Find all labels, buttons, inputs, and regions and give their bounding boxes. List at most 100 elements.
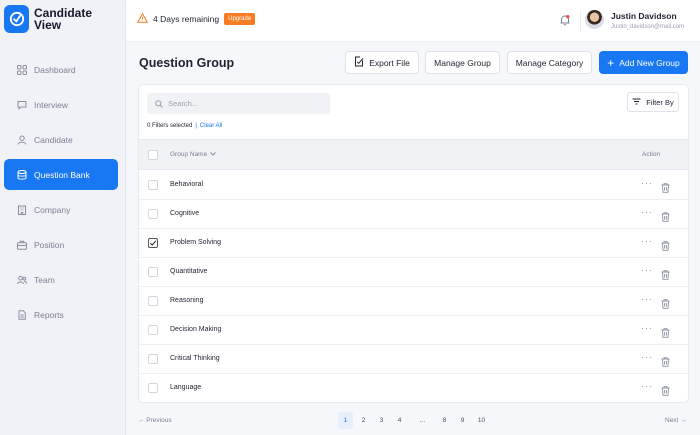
- group-name: Quantitative: [170, 268, 208, 275]
- more-options-icon[interactable]: ···: [641, 294, 653, 304]
- plus-icon: +: [607, 55, 615, 70]
- top-bar: 4 Days remaining Upgrade Justin Davidson…: [126, 0, 700, 42]
- filter-by-button[interactable]: Filter By: [627, 92, 679, 112]
- page-button[interactable]: 3: [374, 412, 389, 429]
- next-page-button[interactable]: Next →: [665, 417, 687, 424]
- row-checkbox[interactable]: [148, 267, 158, 277]
- sidebar-item-label: Company: [34, 204, 71, 215]
- page-title: Question Group: [139, 56, 235, 70]
- export-file-label: Export File: [369, 57, 410, 68]
- pagination: ← Previous 1 2 3 4 ... 8 9 10 Next →: [0, 411, 700, 431]
- search-icon: [155, 95, 163, 113]
- sidebar-item-label: Reports: [34, 309, 64, 320]
- row-checkbox[interactable]: [148, 383, 158, 393]
- sidebar-item-label: Team: [34, 274, 55, 285]
- sidebar-item-question-bank[interactable]: Question Bank: [4, 159, 118, 190]
- row-checkbox[interactable]: [148, 325, 158, 335]
- table-row: Critical Thinking ···: [139, 345, 688, 374]
- trial-text: 4 Days remaining: [153, 14, 220, 24]
- more-options-icon[interactable]: ···: [641, 323, 653, 333]
- trash-icon[interactable]: [661, 180, 670, 198]
- trash-icon[interactable]: [661, 267, 670, 285]
- sidebar-nav: Dashboard Interview Candidate Question B…: [4, 54, 118, 334]
- chevron-down-icon: [210, 151, 217, 158]
- page-ellipsis: ...: [419, 417, 426, 424]
- avatar[interactable]: [585, 10, 604, 29]
- trash-icon[interactable]: [661, 209, 670, 227]
- trash-icon[interactable]: [661, 354, 670, 372]
- sidebar-item-label: Dashboard: [34, 64, 76, 75]
- page-button[interactable]: 4: [392, 412, 407, 429]
- database-icon: [17, 169, 27, 180]
- page-button[interactable]: 2: [356, 412, 371, 429]
- trash-icon[interactable]: [661, 296, 670, 314]
- search-box[interactable]: [147, 93, 330, 114]
- more-options-icon[interactable]: ···: [641, 352, 653, 362]
- group-name: Decision Making: [170, 326, 222, 333]
- clear-all-link[interactable]: Clear All: [200, 123, 222, 129]
- select-all-checkbox[interactable]: [148, 150, 158, 160]
- page-button[interactable]: 1: [338, 412, 353, 429]
- warning-icon: [136, 12, 149, 25]
- row-checkbox[interactable]: [148, 296, 158, 306]
- add-new-group-button[interactable]: + Add New Group: [599, 51, 688, 74]
- more-options-icon[interactable]: ···: [641, 178, 653, 188]
- sidebar-item-label: Candidate: [34, 134, 73, 145]
- sidebar-item-reports[interactable]: Reports: [4, 299, 118, 330]
- row-checkbox[interactable]: [148, 354, 158, 364]
- sidebar-item-label: Position: [34, 239, 65, 250]
- trash-icon[interactable]: [661, 325, 670, 343]
- table-row: Decision Making ···: [139, 316, 688, 345]
- more-options-icon[interactable]: ···: [641, 381, 653, 391]
- sidebar-item-company[interactable]: Company: [4, 194, 118, 225]
- manage-group-button[interactable]: Manage Group: [425, 51, 500, 74]
- previous-page-button[interactable]: ← Previous: [138, 417, 172, 424]
- column-header-group-name[interactable]: Group Name: [170, 151, 217, 158]
- manage-category-button[interactable]: Manage Category: [507, 51, 592, 74]
- more-options-icon[interactable]: ···: [641, 236, 653, 246]
- group-name: Behavioral: [170, 181, 204, 188]
- group-name: Cognitive: [170, 210, 200, 217]
- briefcase-icon: [17, 240, 27, 250]
- sidebar-item-label: Interview: [34, 99, 69, 110]
- chat-icon: [17, 100, 27, 110]
- trash-icon[interactable]: [661, 383, 670, 401]
- upgrade-button[interactable]: Upgrade: [224, 13, 256, 25]
- logo-check-icon: [4, 5, 29, 33]
- users-icon: [17, 275, 27, 285]
- table-row: Cognitive ···: [139, 200, 688, 229]
- sidebar: Candidate View Dashboard Interview Candi…: [0, 0, 126, 435]
- user-name[interactable]: Justin Davidson: [611, 11, 677, 21]
- logo[interactable]: Candidate View: [4, 5, 94, 33]
- user-email: Justin_davidson@mail.com: [611, 24, 685, 30]
- table-row: Reasoning ···: [139, 287, 688, 316]
- group-name: Language: [170, 384, 202, 391]
- group-name: Critical Thinking: [170, 355, 220, 362]
- filters-separator: |: [195, 123, 197, 129]
- search-input[interactable]: [168, 99, 318, 108]
- logo-text: Candidate View: [34, 6, 93, 32]
- filter-by-label: Filter By: [646, 97, 674, 107]
- user-icon: [17, 135, 27, 145]
- row-checkbox[interactable]: [148, 209, 158, 219]
- checkmark-icon: [149, 240, 157, 246]
- more-options-icon[interactable]: ···: [641, 207, 653, 217]
- page-button[interactable]: 10: [474, 412, 489, 429]
- divider: [580, 10, 581, 32]
- page-button[interactable]: 9: [455, 412, 470, 429]
- notification-bell-icon[interactable]: [558, 13, 572, 27]
- page-button[interactable]: 8: [437, 412, 452, 429]
- document-icon: [17, 309, 27, 320]
- more-options-icon[interactable]: ···: [641, 265, 653, 275]
- sidebar-item-team[interactable]: Team: [4, 264, 118, 295]
- sidebar-item-candidate[interactable]: Candidate: [4, 124, 118, 155]
- sidebar-item-interview[interactable]: Interview: [4, 89, 118, 120]
- row-checkbox[interactable]: [148, 238, 158, 248]
- building-icon: [17, 205, 27, 215]
- sidebar-item-dashboard[interactable]: Dashboard: [4, 54, 118, 85]
- trial-notice: 4 Days remaining Upgrade: [136, 12, 256, 25]
- row-checkbox[interactable]: [148, 180, 158, 190]
- export-file-button[interactable]: Export File: [345, 51, 419, 74]
- trash-icon[interactable]: [661, 238, 670, 256]
- sidebar-item-position[interactable]: Position: [4, 229, 118, 260]
